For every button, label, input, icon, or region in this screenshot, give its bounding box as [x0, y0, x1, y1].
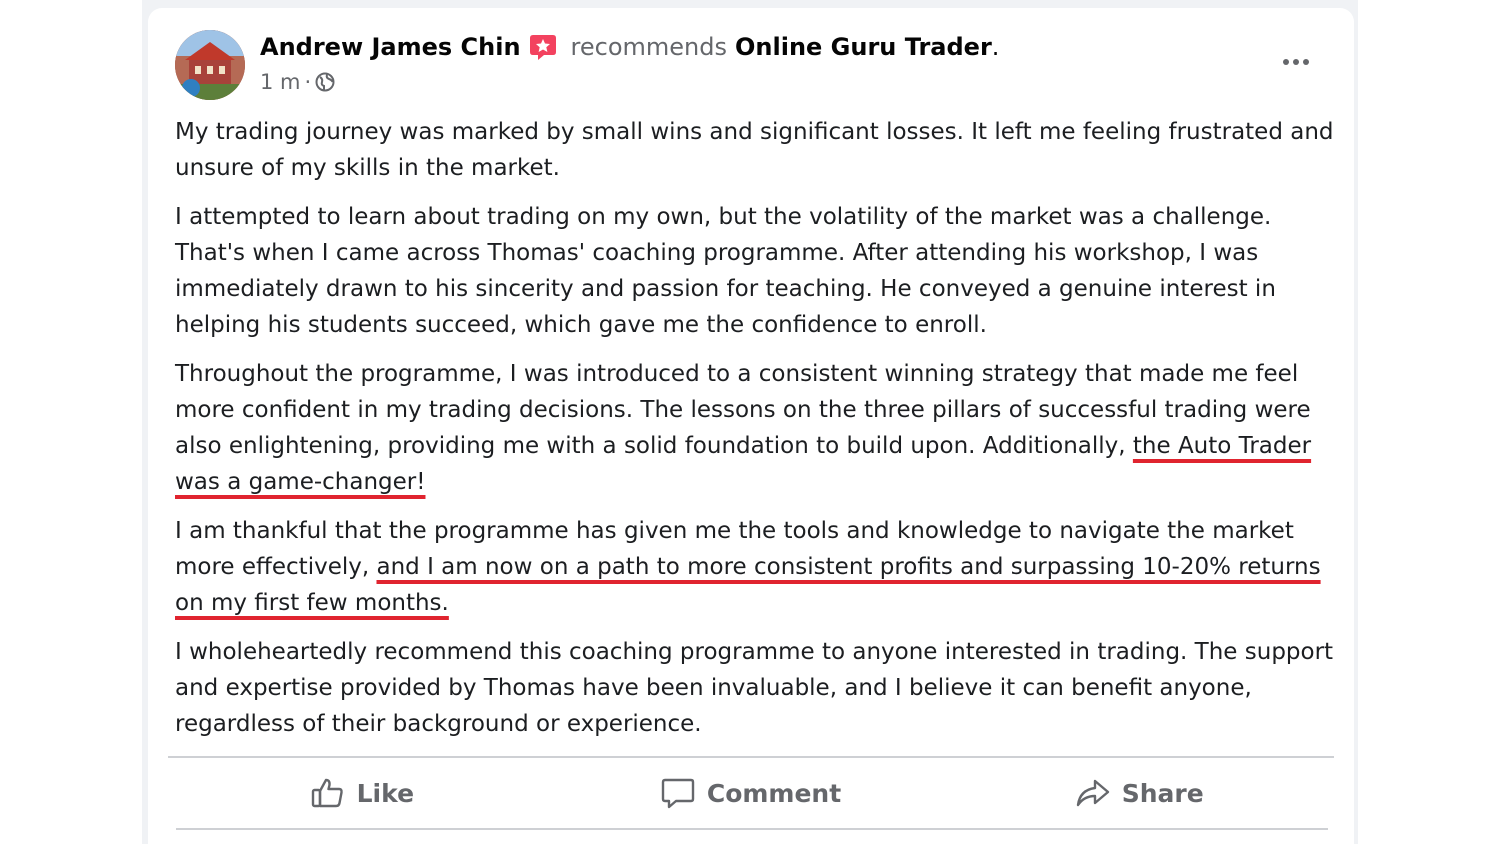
divider: [168, 756, 1334, 758]
paragraph-4: I am thankful that the programme has giv…: [175, 513, 1335, 621]
recommend-badge-icon: [529, 35, 556, 60]
comment-label: Comment: [706, 778, 842, 808]
share-label: Share: [1121, 778, 1204, 808]
like-label: Like: [356, 778, 415, 808]
more-options-icon: [1283, 59, 1289, 65]
post-header: Andrew James Chin recommends Online Guru…: [260, 30, 999, 64]
paragraph-5: I wholeheartedly recommend this coaching…: [175, 639, 1334, 737]
avatar[interactable]: [175, 30, 245, 100]
left-margin: [0, 0, 142, 844]
action-bar: Like Comment Share: [168, 762, 1334, 824]
comment-icon: [661, 778, 695, 809]
share-arrow-icon: [1076, 779, 1109, 807]
meta-separator: ·: [304, 70, 312, 94]
paragraph-1: My trading journey was marked by small w…: [175, 119, 1334, 181]
post-body: My trading journey was marked by small w…: [175, 114, 1335, 755]
author-name[interactable]: Andrew James Chin: [260, 33, 521, 61]
share-button[interactable]: Share: [945, 762, 1334, 824]
like-button[interactable]: Like: [168, 762, 557, 824]
post-meta: 1 m ·: [260, 68, 335, 96]
comment-button[interactable]: Comment: [557, 762, 946, 824]
paragraph-2: I attempted to learn about trading on my…: [175, 204, 1276, 338]
globe-icon[interactable]: [315, 72, 335, 92]
more-options-icon-dot: [1293, 59, 1299, 65]
recommended-page-name[interactable]: Online Guru Trader: [735, 33, 992, 61]
thumbs-up-icon: [311, 778, 343, 808]
more-options-button[interactable]: [1276, 48, 1316, 76]
paragraph-3: Throughout the programme, I was introduc…: [175, 356, 1335, 500]
divider-bottom: [176, 828, 1328, 830]
right-margin: [1358, 0, 1500, 844]
post-card: Andrew James Chin recommends Online Guru…: [148, 8, 1354, 868]
recommends-text: recommends: [570, 33, 728, 61]
avatar-photo: [175, 30, 245, 100]
more-options-icon-dot: [1303, 59, 1309, 65]
post-timestamp[interactable]: 1 m: [260, 70, 301, 94]
page-name-period: .: [991, 33, 1000, 61]
